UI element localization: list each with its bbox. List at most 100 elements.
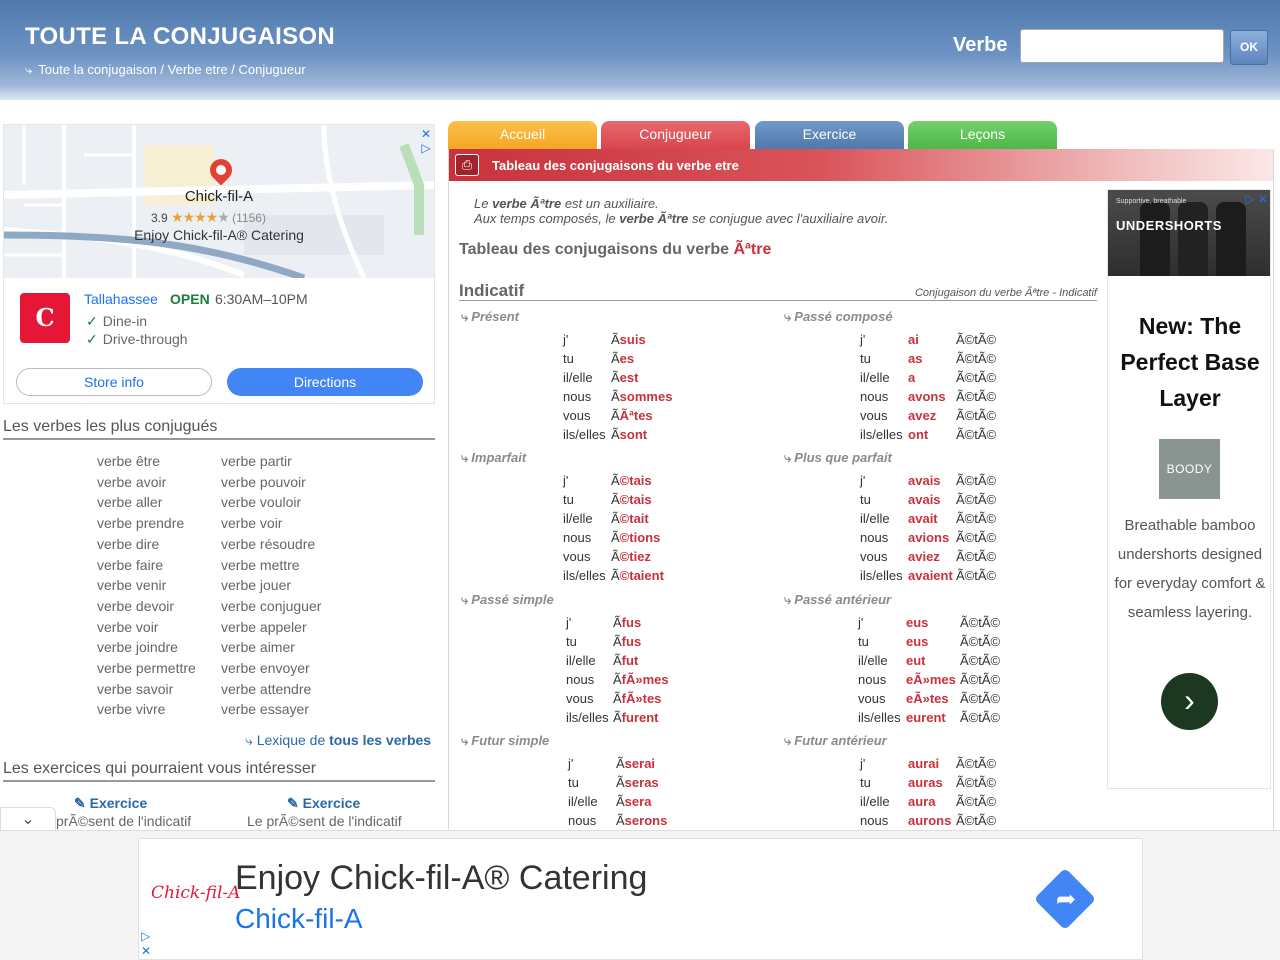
site-header: TOUTE LA CONJUGAISON ⤷ Toute la conjugais… (0, 0, 1280, 100)
tense-heading: ⤷ Plus que parfait (784, 450, 892, 466)
pronoun: j' (858, 615, 864, 630)
verb-ending: sont (619, 427, 648, 442)
verb-stem: Ã (613, 634, 622, 649)
store-info-button[interactable]: Store info (16, 368, 212, 396)
conjugation-row: j' Ãsuis (563, 330, 672, 349)
tense-arrow-icon: ⤷ (784, 733, 792, 748)
verb-search-input[interactable] (1020, 29, 1224, 63)
verb-link[interactable]: verbe vivre (97, 699, 196, 720)
conjugation-row: il/elle Ãsera (568, 792, 667, 811)
adchoices-icon[interactable]: ▷ ✕ (141, 929, 151, 959)
verb-link[interactable]: verbe conjuguer (221, 596, 321, 617)
verb-stem: Ã (613, 653, 622, 668)
breadcrumb-text[interactable]: Toute la conjugaison / Verbe etre / Conj… (38, 62, 305, 77)
tab-accueil[interactable]: Accueil (448, 121, 597, 149)
exercise-sub-1[interactable]: prÃ©sent de l'indicatif (56, 813, 191, 829)
verb-link[interactable]: verbe attendre (221, 679, 321, 700)
pronoun: ils/elles (860, 427, 903, 442)
conjugation-row: tu as Ã©tÃ© (860, 349, 996, 368)
print-icon[interactable]: ⎙ (455, 154, 479, 176)
conjugation-row: il/elle Ãfut (566, 651, 669, 670)
verb-link[interactable]: verbe joindre (97, 637, 196, 658)
verb-link[interactable]: verbe aimer (221, 637, 321, 658)
breadcrumb: ⤷ Toute la conjugaison / Verbe etre / Con… (25, 62, 306, 78)
verb-stem: Ã (616, 794, 625, 809)
conjugation-row: il/elle aura Ã©tÃ© (860, 792, 996, 811)
auxiliary: aviez (908, 549, 940, 564)
map-ad[interactable]: Chick-fil-A 3.9 ★★★★★ (1156) Enjoy Chick… (3, 124, 435, 404)
past-participle: Ã©tÃ© (956, 492, 997, 507)
ad-headline[interactable]: New: The Perfect Base Layer (1108, 308, 1270, 416)
verb-link[interactable]: verbe voir (97, 617, 196, 638)
conjugation-table: j' aurai Ã©tÃ© tu auras Ã©tÃ© il/elle aura Ã©tÃ©… (860, 754, 996, 830)
location-hours: 6:30AM–10PM (215, 291, 308, 307)
verb-link[interactable]: verbe faire (97, 555, 196, 576)
conjugation-row: j' Ã©tais (563, 471, 664, 490)
verb-link[interactable]: verbe essayer (221, 699, 321, 720)
verb-ending: fus (621, 634, 642, 649)
bottom-ad[interactable]: Chick-fil-A Enjoy Chick-fil-A® Catering … (138, 838, 1143, 960)
verb-link[interactable]: verbe voir (221, 513, 321, 534)
adchoices-icon[interactable]: ✕ ▷ (420, 127, 432, 155)
rating-value: 3.9 (151, 211, 168, 225)
verb-link[interactable]: verbe mettre (221, 555, 321, 576)
pronoun: tu (860, 775, 871, 790)
pronoun: tu (860, 351, 871, 366)
verb-link[interactable]: verbe partir (221, 451, 321, 472)
conjugation-table: j' Ãsuis tu Ães il/elle Ãest nous Ãsommes vous ÃÃ… (563, 330, 672, 444)
verb-link[interactable]: verbe vouloir (221, 492, 321, 513)
verb-link[interactable]: verbe aller (97, 492, 196, 513)
conjugation-row: nous eÃ»mes Ã©tÃ© (858, 670, 1000, 689)
verb-link[interactable]: verbe dire (97, 534, 196, 555)
verb-link[interactable]: verbe permettre (97, 658, 196, 679)
verb-link[interactable]: verbe prendre (97, 513, 196, 534)
verb-stem: Ã (613, 615, 622, 630)
panel-header: ⎙ Tableau des conjugaisons du verbe etre (449, 149, 1273, 181)
lexique-link[interactable]: ⤷ Lexique de tous les verbes (245, 732, 431, 749)
location-city[interactable]: Tallahassee (84, 291, 158, 307)
verb-stem: Ã (611, 549, 620, 564)
pronoun: nous (566, 672, 595, 687)
pronoun: tu (858, 634, 869, 649)
directions-button[interactable]: Directions (227, 368, 423, 396)
bottom-ad-subtitle[interactable]: Chick-fil-A (235, 903, 363, 935)
conjugation-row: ils/elles Ãsont (563, 425, 672, 444)
pronoun: il/elle (563, 511, 593, 526)
past-participle: Ã©tÃ© (960, 634, 1001, 649)
auxiliary: avions (908, 530, 950, 545)
verb-link[interactable]: verbe savoir (97, 679, 196, 700)
pencil-icon: ✎ (74, 795, 86, 811)
map-image[interactable]: Chick-fil-A 3.9 ★★★★★ (1156) Enjoy Chick… (4, 125, 434, 278)
tab-exercice[interactable]: Exercice (755, 121, 904, 149)
chevron-right-icon[interactable]: › (1161, 673, 1218, 730)
exercise-link-2[interactable]: ✎ Exercice (287, 795, 360, 812)
verb-link[interactable]: verbe appeler (221, 617, 321, 638)
tense-arrow-icon: ⤷ (784, 592, 792, 607)
verb-stem: Ã (611, 530, 620, 545)
verb-stem: Ã (611, 568, 620, 583)
verb-link[interactable]: verbe jouer (221, 575, 321, 596)
tense-name: Futur antérieur (794, 733, 887, 748)
verb-link[interactable]: verbe résoudre (221, 534, 321, 555)
verb-link[interactable]: verbe envoyer (221, 658, 321, 679)
verb-stem: Ã (611, 351, 620, 366)
ok-button[interactable]: OK (1230, 30, 1268, 65)
bottom-ad-title[interactable]: Enjoy Chick-fil-A® Catering (235, 859, 647, 898)
ad-close-icon[interactable]: ▷ ✕ (1245, 192, 1268, 206)
verb-link[interactable]: verbe devoir (97, 596, 196, 617)
lexique-arrow-icon: ⤷ (245, 732, 253, 748)
pronoun: il/elle (860, 511, 890, 526)
verb-link[interactable]: verbe avoir (97, 472, 196, 493)
right-ad[interactable]: Supportive, breathable UNDERSHORTS ▷ ✕ N… (1107, 189, 1271, 789)
tab-lecons[interactable]: Leçons (908, 121, 1057, 149)
verb-link[interactable]: verbe venir (97, 575, 196, 596)
conjugation-table: j' avais Ã©tÃ© tu avais Ã©tÃ© il/elle avait Ã©tÃ… (860, 471, 996, 585)
verb-link[interactable]: verbe pouvoir (221, 472, 321, 493)
verb-link[interactable]: verbe être (97, 451, 196, 472)
intro-line-1: Le verbe Ãªtre est un auxiliaire. (474, 196, 659, 211)
tab-conjugueur[interactable]: Conjugueur (601, 121, 750, 149)
exercise-sub-2[interactable]: Le prÃ©sent de l'indicatif (247, 813, 402, 829)
site-title[interactable]: TOUTE LA CONJUGAISON (25, 23, 335, 51)
tense-arrow-icon: ⤷ (784, 450, 792, 465)
exercise-link-1[interactable]: ✎ Exercice (74, 795, 147, 812)
